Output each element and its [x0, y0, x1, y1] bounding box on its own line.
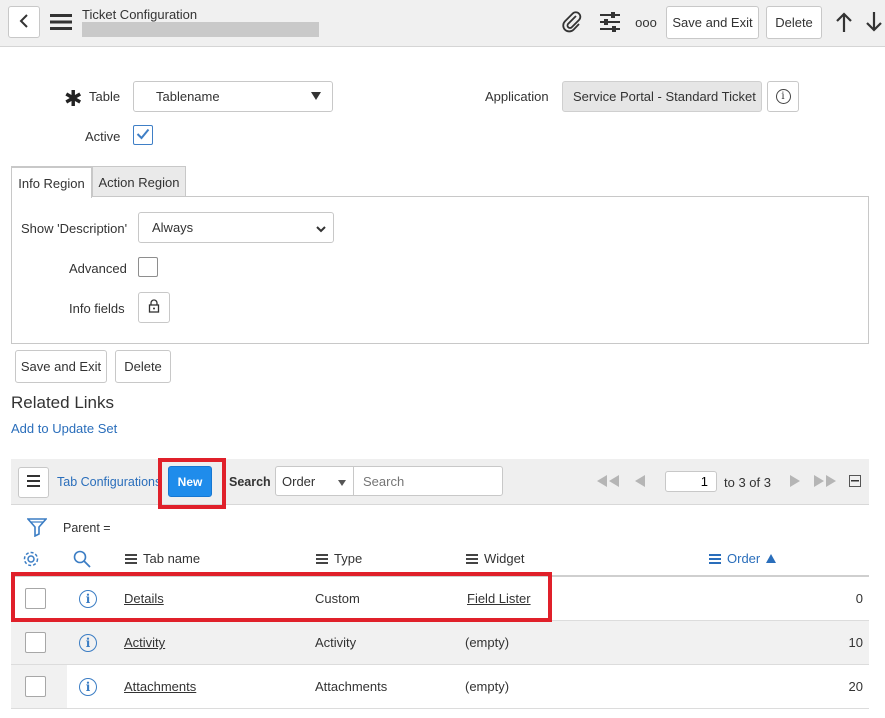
gear-icon[interactable]: [21, 549, 41, 569]
add-to-update-set-link[interactable]: Add to Update Set: [11, 421, 117, 436]
row-tab-name-link[interactable]: Activity: [124, 635, 165, 650]
search-label: Search: [229, 475, 271, 489]
sort-ascending-icon: [766, 551, 777, 566]
last-page-icon[interactable]: [814, 474, 838, 488]
previous-page-icon[interactable]: [632, 474, 646, 488]
row-info-icon[interactable]: i: [79, 634, 97, 652]
save-and-exit-bottom-button[interactable]: Save and Exit: [15, 350, 107, 383]
save-and-exit-button[interactable]: Save and Exit: [666, 6, 759, 39]
column-menu-icon: [709, 552, 721, 566]
advanced-label: Advanced: [69, 261, 127, 276]
paperclip-icon[interactable]: [561, 10, 583, 34]
hamburger-icon: [27, 475, 40, 490]
settings-sliders-icon[interactable]: [598, 10, 622, 34]
show-description-select[interactable]: Always: [138, 212, 334, 243]
info-fields-lock-button[interactable]: [138, 292, 170, 323]
table-row[interactable]: i Activity Activity (empty) 10: [11, 621, 869, 665]
column-header-order-label: Order: [727, 551, 761, 566]
show-description-label: Show 'Description': [21, 221, 128, 236]
caret-down-icon: [337, 476, 347, 491]
caret-down-icon: [310, 90, 322, 105]
next-page-icon[interactable]: [788, 474, 802, 488]
collapse-list-icon[interactable]: [849, 475, 861, 487]
highlight-new-button: [158, 458, 226, 509]
column-header-tab-name-label: Tab name: [143, 551, 201, 566]
tab-info-region[interactable]: Info Region: [11, 166, 92, 198]
show-description-value: Always: [152, 220, 194, 235]
row-order: 0: [855, 591, 863, 606]
search-input[interactable]: [353, 466, 503, 496]
row-checkbox[interactable]: [25, 632, 46, 653]
search-field-value: Order: [282, 473, 316, 489]
filter-icon[interactable]: [26, 517, 48, 537]
tab-action-region[interactable]: Action Region: [92, 166, 186, 197]
column-header-widget[interactable]: Widget: [466, 551, 524, 566]
highlight-details-row: [11, 572, 552, 622]
row-tab-name-link[interactable]: Attachments: [124, 679, 196, 694]
filter-breadcrumb[interactable]: Parent =: [63, 521, 111, 535]
tab-info-region-label: Info Region: [18, 175, 85, 191]
page-total-text: to 3 of 3: [724, 475, 771, 490]
arrow-up-icon[interactable]: [833, 10, 855, 34]
page-title: Ticket Configuration: [82, 7, 198, 22]
tab-action-region-label: Action Region: [98, 174, 180, 190]
advanced-checkbox[interactable]: [138, 257, 158, 277]
mandatory-asterisk-icon: ✱: [64, 86, 83, 111]
arrow-down-icon[interactable]: [864, 10, 884, 34]
list-menu-button[interactable]: [18, 467, 49, 498]
application-label: Application: [485, 89, 549, 104]
row-type: Activity: [315, 635, 357, 650]
delete-button[interactable]: Delete: [766, 6, 822, 39]
delete-bottom-button[interactable]: Delete: [115, 350, 171, 383]
column-menu-icon: [316, 552, 328, 566]
column-menu-icon: [125, 552, 137, 566]
row-order: 10: [848, 635, 863, 650]
table-select-value: Tablename: [156, 89, 220, 104]
table-label: Table: [89, 89, 121, 104]
first-page-icon[interactable]: [596, 474, 620, 488]
hamburger-menu-icon[interactable]: [50, 12, 72, 32]
row-info-icon[interactable]: i: [79, 678, 97, 696]
checkmark-icon: [136, 128, 150, 143]
search-icon[interactable]: [72, 549, 92, 569]
row-order: 20: [848, 679, 863, 694]
record-name-redacted: [82, 22, 319, 37]
related-list-title[interactable]: Tab Configurations: [57, 475, 161, 489]
row-widget: (empty): [465, 679, 510, 694]
related-links-title: Related Links: [11, 393, 115, 412]
search-field-select[interactable]: Order: [275, 466, 354, 496]
active-checkbox[interactable]: [133, 125, 153, 145]
column-header-order[interactable]: Order: [709, 551, 777, 566]
more-options-icon[interactable]: ooo: [634, 13, 658, 31]
info-circle-icon: i: [775, 89, 791, 104]
column-header-type[interactable]: Type: [316, 551, 362, 566]
back-button[interactable]: [8, 6, 40, 38]
lock-icon: [148, 299, 160, 316]
row-widget: (empty): [465, 635, 510, 650]
page-number-input[interactable]: [665, 471, 717, 492]
chevron-down-icon: [315, 222, 327, 237]
chevron-left-icon: [18, 13, 30, 32]
column-header-widget-label: Widget: [484, 551, 525, 566]
row-checkbox[interactable]: [25, 676, 46, 697]
application-info-button[interactable]: i: [767, 81, 799, 112]
active-label: Active: [85, 129, 121, 144]
table-select[interactable]: Tablename: [133, 81, 333, 112]
table-row[interactable]: i Attachments Attachments (empty) 20: [11, 665, 869, 709]
row-type: Attachments: [315, 679, 388, 694]
column-menu-icon: [466, 552, 478, 566]
column-header-type-label: Type: [334, 551, 363, 566]
info-fields-label: Info fields: [69, 301, 125, 316]
column-header-tab-name[interactable]: Tab name: [125, 551, 200, 566]
application-field: Service Portal - Standard Ticket: [562, 81, 762, 112]
